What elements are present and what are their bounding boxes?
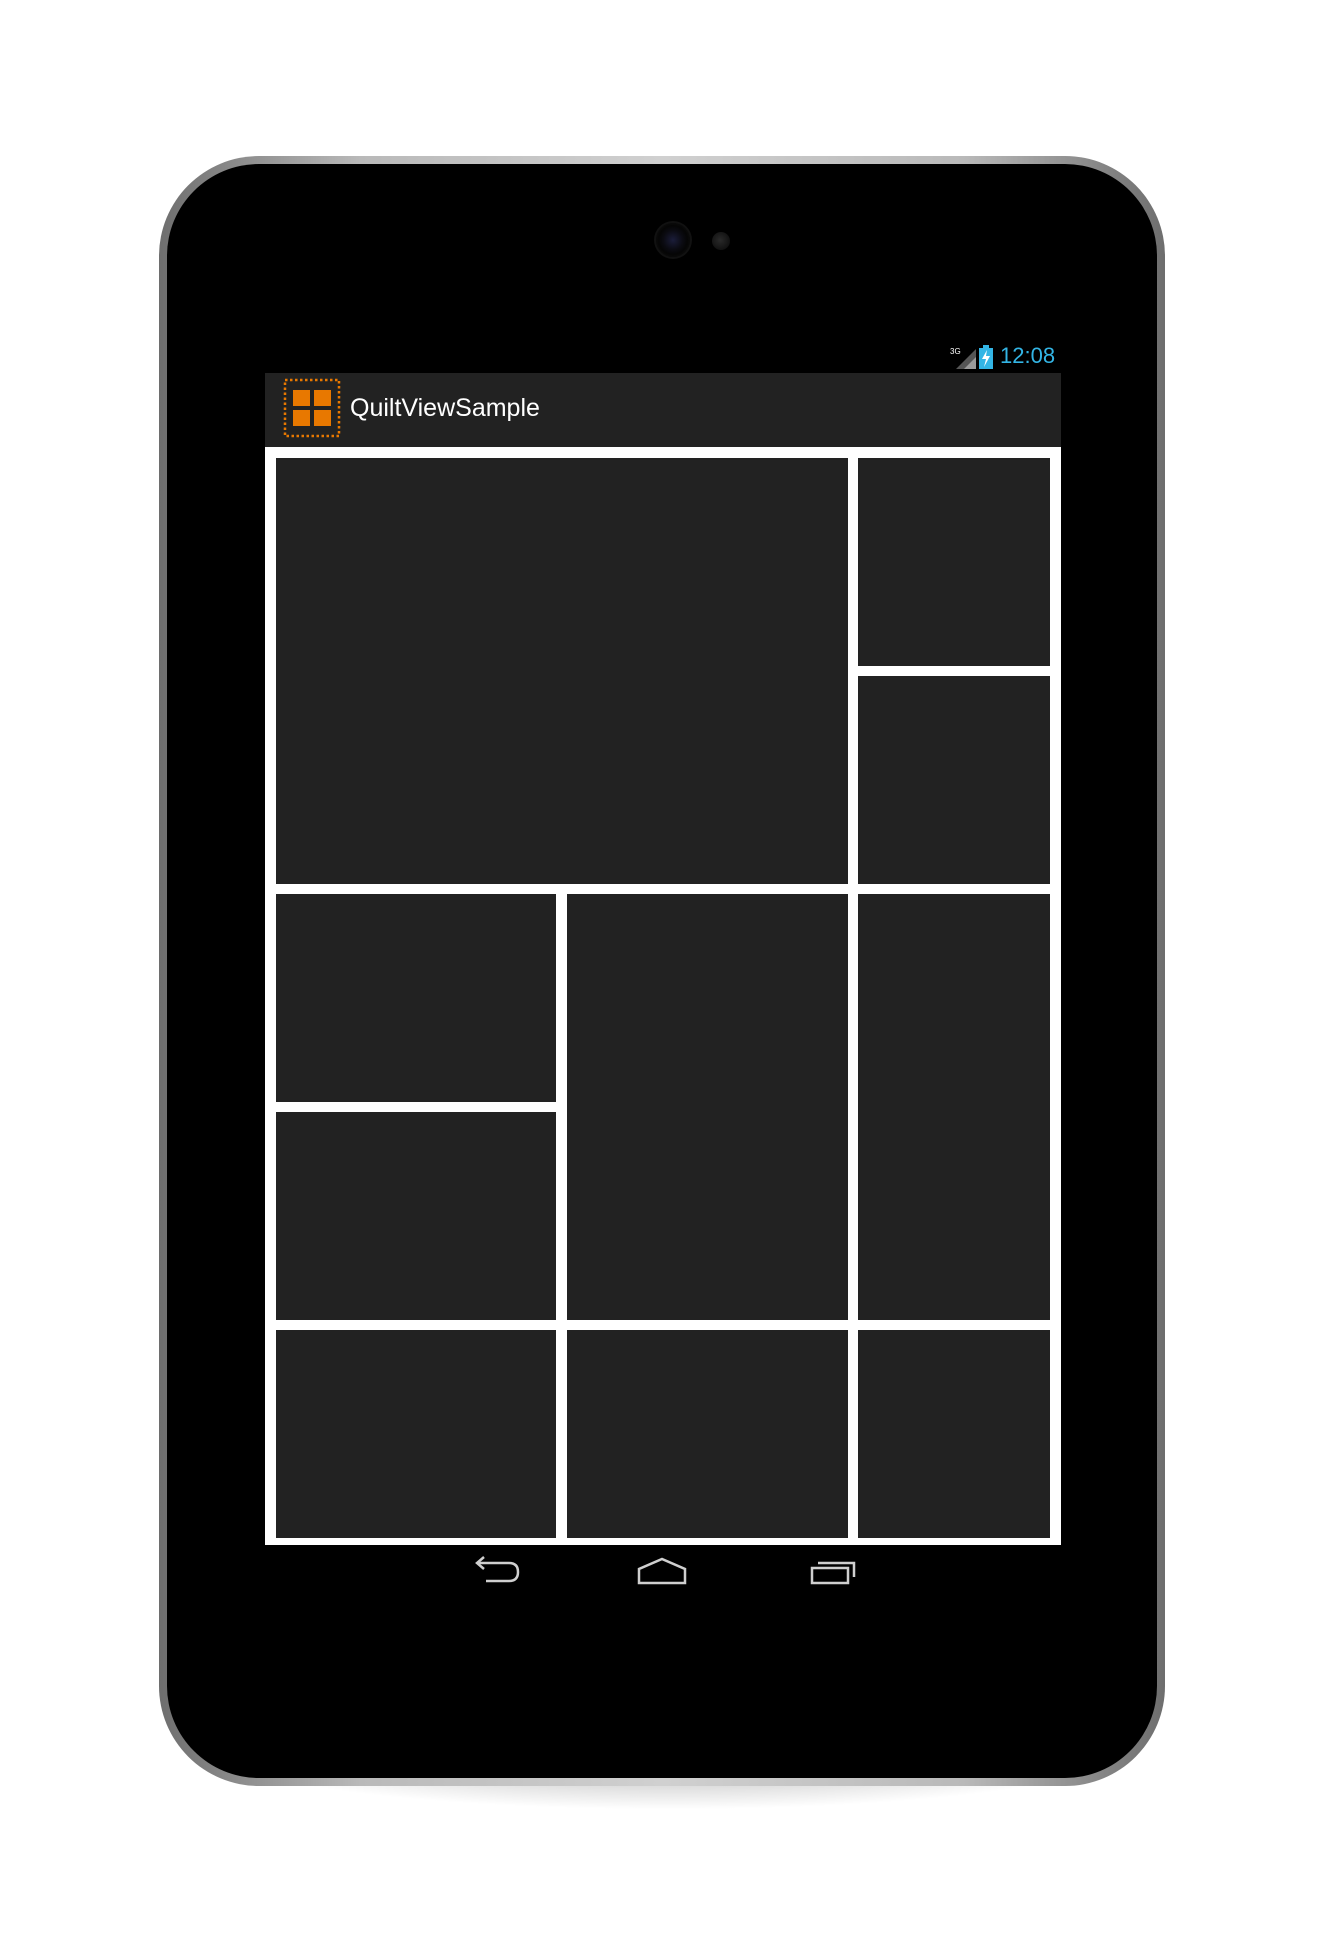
quilt-tile[interactable]: [276, 894, 556, 1102]
quilt-tile[interactable]: [567, 1330, 848, 1538]
quilt-tile[interactable]: [858, 1330, 1050, 1538]
light-sensor-icon: [712, 232, 730, 250]
status-bar: 3G 12:08: [265, 335, 1061, 373]
quilt-tile[interactable]: [276, 1330, 556, 1538]
quilt-tile[interactable]: [276, 1112, 556, 1320]
back-icon[interactable]: [454, 1551, 534, 1591]
battery-charging-icon: [979, 345, 993, 369]
signal-icon: 3G: [950, 347, 976, 369]
quilt-tile-tall[interactable]: [858, 894, 1050, 1320]
quilt-grid-icon[interactable]: [283, 378, 341, 438]
quilt-tile[interactable]: [858, 458, 1050, 666]
device-screen: 3G 12:08 QuiltViewSample: [265, 335, 1061, 1597]
front-camera-icon: [656, 223, 690, 257]
network-type-label: 3G: [950, 347, 961, 356]
quilt-tile[interactable]: [858, 676, 1050, 884]
home-icon[interactable]: [622, 1551, 702, 1591]
app-title: QuiltViewSample: [350, 394, 540, 422]
navigation-bar: [265, 1545, 1061, 1597]
status-time: 12:08: [1000, 343, 1056, 368]
quilt-tile-tall[interactable]: [567, 894, 848, 1320]
action-bar: QuiltViewSample: [265, 373, 1061, 447]
quilt-tile-large[interactable]: [276, 458, 848, 884]
recents-icon[interactable]: [793, 1551, 873, 1591]
quilt-view[interactable]: [265, 447, 1061, 1545]
